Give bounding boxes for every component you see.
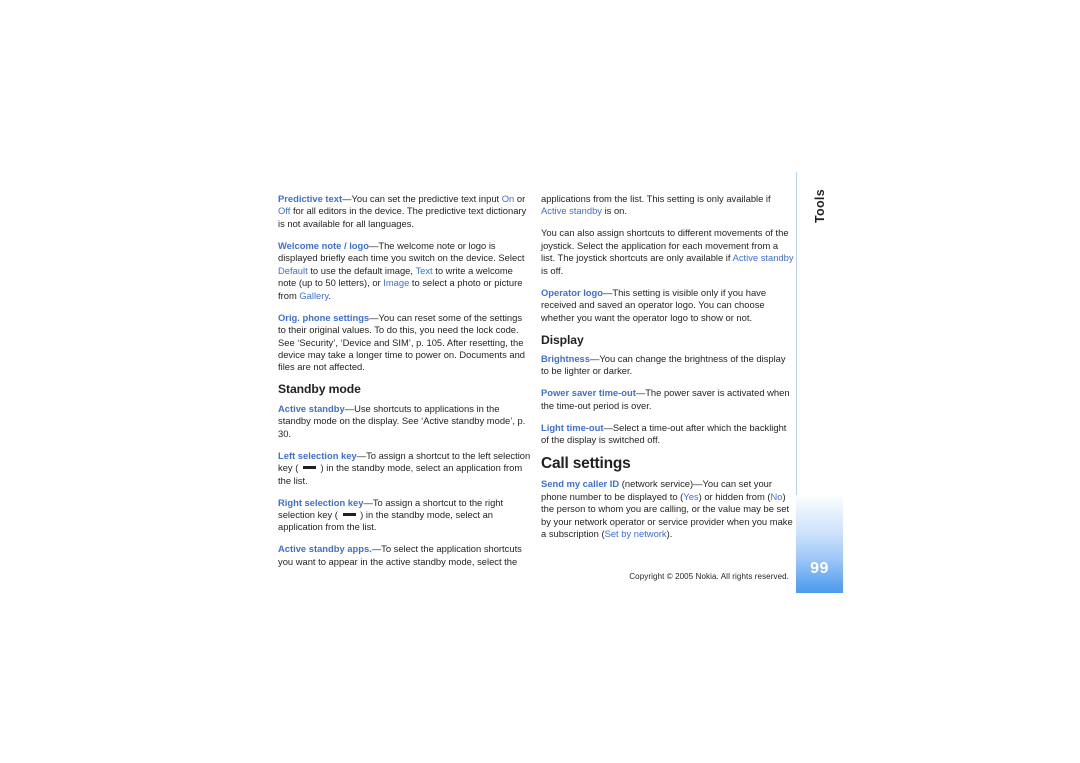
setting-name-emphasis: Light time-out xyxy=(541,421,604,433)
paragraph-active-standby: Active standby—Use shortcuts to applicat… xyxy=(278,403,531,440)
document-page: Tools 99 Predictive text—You can set the… xyxy=(0,0,1080,763)
paragraph-left-selection-key: Left selection key—To assign a shortcut … xyxy=(278,450,531,487)
setting-name-emphasis: Power saver time-out xyxy=(541,387,636,399)
body-text: to use the default image, xyxy=(307,264,416,276)
left-column-paragraphs-after: Active standby—Use shortcuts to applicat… xyxy=(278,403,531,568)
body-text: is off. xyxy=(541,264,564,276)
side-tab-label: Tools xyxy=(813,189,827,223)
paragraph-joystick-shortcuts: You can also assign shortcuts to differe… xyxy=(541,227,794,277)
soft-key-bar-icon xyxy=(342,513,356,516)
setting-name-emphasis: Left selection key xyxy=(278,449,357,461)
setting-name-emphasis: Send my caller ID xyxy=(541,478,620,490)
paragraph-right-selection-key: Right selection key—To assign a shortcut… xyxy=(278,497,531,534)
paragraph-predictive-text: Predictive text—You can set the predicti… xyxy=(278,193,531,230)
setting-name-emphasis: Welcome note / logo xyxy=(278,239,369,251)
setting-value-emphasis: Active standby xyxy=(732,252,794,264)
subheading-standby-mode: Standby mode xyxy=(278,382,361,397)
setting-value-emphasis: Gallery xyxy=(299,289,329,301)
setting-name-emphasis: Predictive text xyxy=(278,193,343,204)
body-text: or xyxy=(514,193,526,204)
paragraph-operator-logo: Operator logo—This setting is visible on… xyxy=(541,287,794,324)
paragraph-send-my-caller-id: Send my caller ID (network service)—You … xyxy=(541,478,794,540)
right-column-paragraphs: applications from the list. This setting… xyxy=(541,193,794,324)
subheading-display: Display xyxy=(541,332,584,347)
body-text: —You can set the predictive text input xyxy=(342,193,502,204)
body-text: ) or hidden from ( xyxy=(698,490,771,502)
call-settings-paragraphs: Send my caller ID (network service)—You … xyxy=(541,478,794,540)
paragraph-welcome-note-logo: Welcome note / logo—The welcome note or … xyxy=(278,240,531,302)
paragraph-orig-phone-settings: Orig. phone settings—You can reset some … xyxy=(278,312,531,374)
setting-name-emphasis: Orig. phone settings xyxy=(278,311,370,323)
copyright-footer: Copyright © 2005 Nokia. All rights reser… xyxy=(629,572,789,581)
setting-value-emphasis: Off xyxy=(278,205,291,217)
setting-value-emphasis: Image xyxy=(383,277,410,289)
heading-call-settings: Call settings xyxy=(541,454,631,472)
setting-value-emphasis: Yes xyxy=(683,490,699,502)
setting-name-emphasis: Right selection key xyxy=(278,496,364,508)
paragraph-active-standby-apps: Active standby apps.—To select the appli… xyxy=(278,543,531,568)
setting-name-emphasis: Active standby xyxy=(278,402,345,414)
paragraph-power-saver-time-out: Power saver time-out—The power saver is … xyxy=(541,387,794,412)
page-number: 99 xyxy=(810,560,829,577)
display-paragraphs: Brightness—You can change the brightness… xyxy=(541,353,794,447)
setting-name-emphasis: Active standby apps. xyxy=(278,543,372,555)
soft-key-bar-icon xyxy=(302,466,316,469)
page-number-block xyxy=(796,495,843,593)
setting-value-emphasis: Active standby xyxy=(541,205,602,217)
setting-value-emphasis: Default xyxy=(278,264,308,276)
body-text: ). xyxy=(666,528,673,540)
setting-name-emphasis: Operator logo xyxy=(541,286,603,298)
right-text-column: applications from the list. This setting… xyxy=(541,193,794,550)
setting-name-emphasis: Brightness xyxy=(541,353,590,365)
setting-value-emphasis: Text xyxy=(415,264,433,276)
left-text-column: Predictive text—You can set the predicti… xyxy=(278,193,531,578)
body-text: . xyxy=(328,289,331,301)
body-text: applications from the list. This setting… xyxy=(541,193,771,204)
paragraph-light-time-out: Light time-out—Select a time-out after w… xyxy=(541,422,794,447)
setting-value-emphasis: Set by network xyxy=(604,528,667,540)
setting-value-emphasis: No xyxy=(770,490,783,502)
left-column-paragraphs: Predictive text—You can set the predicti… xyxy=(278,193,531,374)
setting-value-emphasis: On xyxy=(501,193,515,204)
body-text: for all editors in the device. The predi… xyxy=(278,205,527,229)
paragraph-continuation-applications: applications from the list. This setting… xyxy=(541,193,794,218)
paragraph-brightness: Brightness—You can change the brightness… xyxy=(541,353,794,378)
body-text: is on. xyxy=(601,205,627,217)
